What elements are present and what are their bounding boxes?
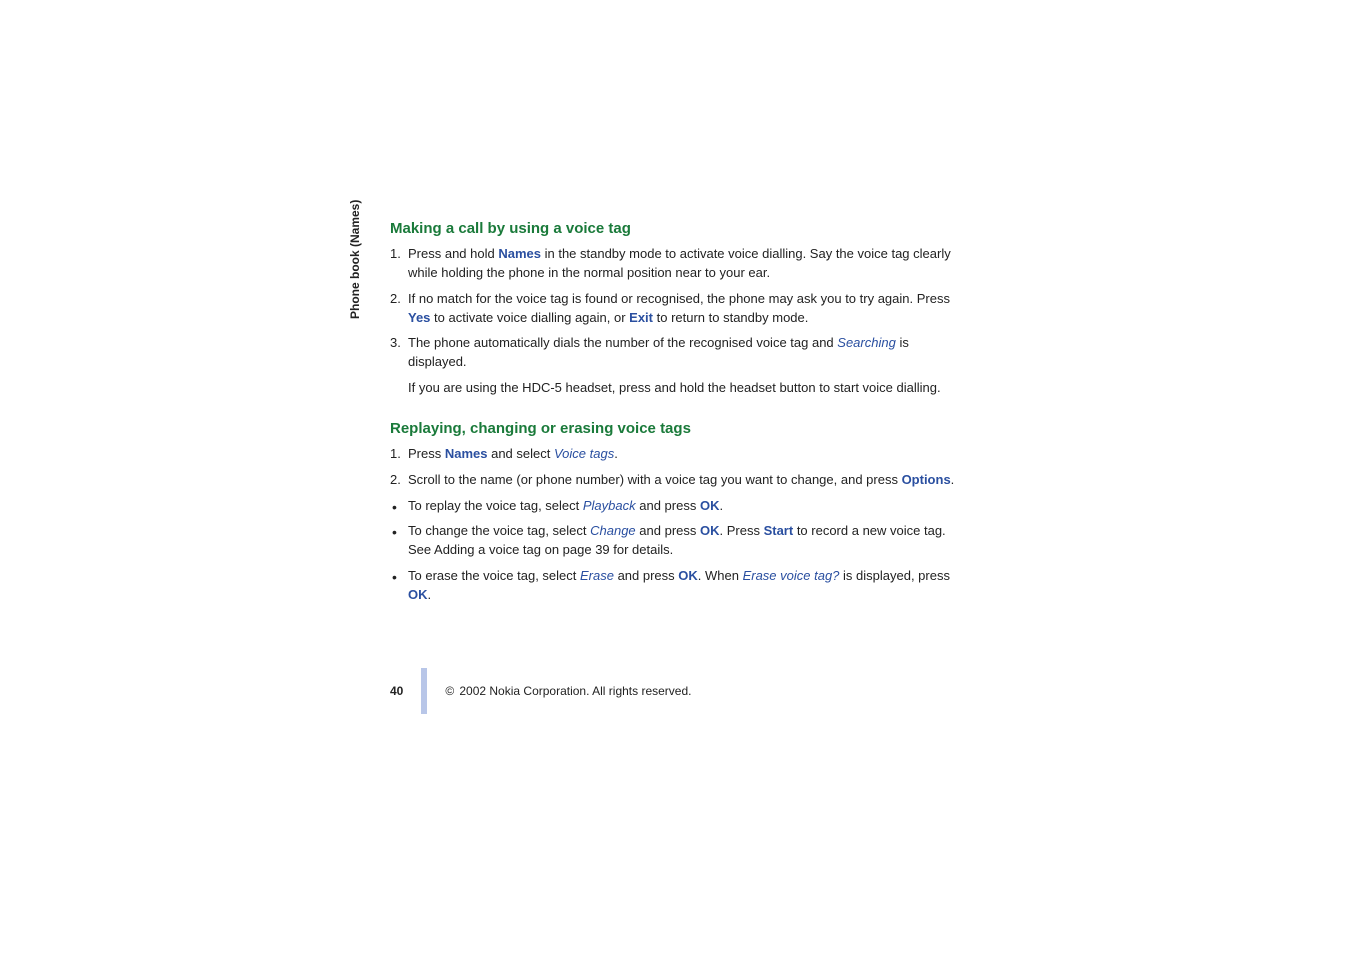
- text: .: [719, 498, 723, 513]
- text: Press: [408, 446, 445, 461]
- text: .: [428, 587, 432, 602]
- prompt-erase-voice-tag: Erase voice tag?: [743, 568, 840, 583]
- list-item: Press and hold Names in the standby mode…: [390, 245, 960, 283]
- text: and press: [614, 568, 678, 583]
- menu-change: Change: [590, 523, 636, 538]
- copyright-text: 2002 Nokia Corporation. All rights reser…: [445, 684, 691, 698]
- text: . Press: [720, 523, 764, 538]
- text: The phone automatically dials the number…: [408, 335, 837, 350]
- heading-replaying: Replaying, changing or erasing voice tag…: [390, 420, 960, 437]
- text: .: [951, 472, 955, 487]
- text: and press: [636, 523, 700, 538]
- list-item: If no match for the voice tag is found o…: [390, 290, 960, 328]
- list-item: To change the voice tag, select Change a…: [390, 522, 960, 560]
- text: To replay the voice tag, select: [408, 498, 583, 513]
- text: To change the voice tag, select: [408, 523, 590, 538]
- keyword-ok: OK: [700, 498, 720, 513]
- keyword-names: Names: [498, 246, 541, 261]
- page-content: Making a call by using a voice tag Press…: [350, 220, 960, 612]
- text: .: [614, 446, 618, 461]
- list-item: The phone automatically dials the number…: [390, 334, 960, 372]
- extra-note: If you are using the HDC-5 headset, pres…: [390, 379, 960, 398]
- list-item: To replay the voice tag, select Playback…: [390, 497, 960, 516]
- footer-divider: [421, 668, 427, 714]
- keyword-exit: Exit: [629, 310, 653, 325]
- page-number: 40: [390, 684, 403, 698]
- keyword-names: Names: [445, 446, 488, 461]
- text: If no match for the voice tag is found o…: [408, 291, 950, 306]
- keyword-ok: OK: [408, 587, 428, 602]
- text: to return to standby mode.: [653, 310, 808, 325]
- keyword-ok: OK: [678, 568, 698, 583]
- text: To erase the voice tag, select: [408, 568, 580, 583]
- text: Press and hold: [408, 246, 498, 261]
- status-searching: Searching: [837, 335, 896, 350]
- keyword-ok: OK: [700, 523, 720, 538]
- keyword-start: Start: [764, 523, 794, 538]
- menu-playback: Playback: [583, 498, 636, 513]
- text: is displayed, press: [839, 568, 950, 583]
- heading-making-call: Making a call by using a voice tag: [390, 220, 960, 237]
- menu-voice-tags: Voice tags: [554, 446, 614, 461]
- menu-erase: Erase: [580, 568, 614, 583]
- steps-making-call: Press and hold Names in the standby mode…: [390, 245, 960, 372]
- page-footer: 40 2002 Nokia Corporation. All rights re…: [390, 668, 691, 714]
- text: . When: [698, 568, 743, 583]
- text: and select: [487, 446, 554, 461]
- bullets-voice-tag-actions: To replay the voice tag, select Playback…: [390, 497, 960, 605]
- text: Scroll to the name (or phone number) wit…: [408, 472, 902, 487]
- list-item: Press Names and select Voice tags.: [390, 445, 960, 464]
- list-item: Scroll to the name (or phone number) wit…: [390, 471, 960, 490]
- text: to activate voice dialling again, or: [430, 310, 629, 325]
- list-item: To erase the voice tag, select Erase and…: [390, 567, 960, 605]
- steps-replaying: Press Names and select Voice tags. Scrol…: [390, 445, 960, 490]
- keyword-options: Options: [902, 472, 951, 487]
- text: and press: [636, 498, 700, 513]
- keyword-yes: Yes: [408, 310, 430, 325]
